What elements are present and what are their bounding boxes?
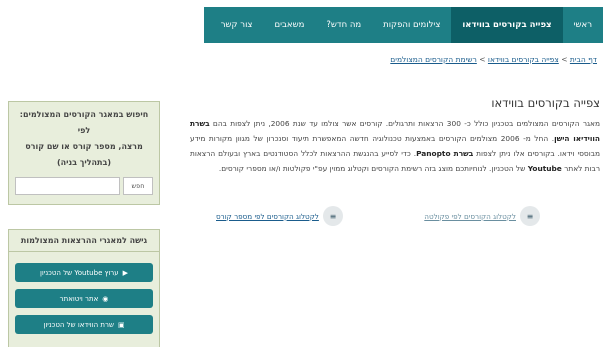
- main-content: צפייה בקורסים בווידאו מאגר הקורסים המצול…: [190, 96, 600, 176]
- youtube-link[interactable]: Youtube: [528, 164, 562, 173]
- breadcrumb-current-link[interactable]: רשימת הקורסים המצולמים: [390, 55, 477, 64]
- intro-line-4c: של הטכניון. לנוחיותכם מוצג בזה רשימת הקו…: [329, 164, 528, 173]
- search-row: חפש: [15, 177, 153, 195]
- list-icon: ≡: [322, 206, 343, 226]
- search-box-title: חיפוש במאגר הקורסים המצולמים: לפי מרצה, …: [15, 107, 153, 171]
- youtube-channel-label: ערוץ Youtube של הטכניון: [39, 268, 119, 277]
- video-server-label: שרת הווידאו של הטכניון: [43, 320, 114, 329]
- nav-item-contact[interactable]: צור קשר: [210, 7, 264, 43]
- video-server-button[interactable]: ▣ שרת הווידאו של הטכניון: [15, 315, 153, 334]
- intro-line-3c: . כדי לסייע בהנגשת ההרצאות לכלל: [300, 149, 417, 158]
- nav-item-productions[interactable]: צילומים והפקות: [372, 7, 451, 43]
- breadcrumb-separator: >: [479, 55, 486, 64]
- intro-line-2c: . החל מ- 2006 מצולמים הקורסים באמצעות טכ…: [266, 134, 555, 143]
- catalog-by-course-link[interactable]: ≡ לקטלוג הקורסים לפי מספר קורס: [216, 206, 343, 226]
- breadcrumb: דף הבית > צפייה בקורסים בווידאו > רשימת …: [390, 55, 597, 64]
- youtube-channel-button[interactable]: ▶ ערוץ Youtube של הטכניון: [15, 263, 153, 282]
- nav-item-video-courses[interactable]: צפייה בקורסים בווידאו: [451, 7, 563, 43]
- youtube-icon: ▶: [122, 268, 129, 277]
- catalog-by-faculty-link[interactable]: ≡ לקטלוג הקורסים לפי פקולטה: [424, 206, 540, 226]
- search-title-line-2: מרצה, מספר קורס או שם קורס: [25, 142, 143, 151]
- breadcrumb-home-link[interactable]: דף הבית: [570, 55, 597, 64]
- lecture-access-box: גישה למאגרי ההרצאות המצולמות ▶ ערוץ Yout…: [8, 229, 160, 347]
- search-button[interactable]: חפש: [123, 177, 153, 195]
- videotheque-site-button[interactable]: ◉ אתר ויטואתר: [15, 289, 153, 308]
- course-search-box: חיפוש במאגר הקורסים המצולמים: לפי מרצה, …: [8, 101, 160, 205]
- nav-item-resources[interactable]: משאבים: [263, 7, 315, 43]
- circle-play-icon: ◉: [102, 294, 109, 303]
- top-header: ראשי צפייה בקורסים בווידאו צילומים והפקו…: [0, 0, 603, 47]
- search-input[interactable]: [15, 177, 120, 195]
- main-navigation: ראשי צפייה בקורסים בווידאו צילומים והפקו…: [204, 7, 603, 43]
- videotheque-site-label: אתר ויטואתר: [59, 294, 99, 303]
- server-icon: ▣: [117, 320, 125, 329]
- panopto-server-link[interactable]: בשרת Panopto: [416, 149, 473, 158]
- access-box-title: גישה למאגרי ההרצאות המצולמות: [9, 230, 159, 252]
- intro-line-5: עפ"י פקולטות ו/או מספרי קורסים.: [218, 164, 328, 173]
- catalog-by-faculty-label: לקטלוג הקורסים לפי פקולטה: [424, 211, 516, 221]
- list-icon: ≡: [520, 206, 540, 226]
- search-title-line-3: (בתהליך בניה): [56, 158, 112, 167]
- search-title-line-1: חיפוש במאגר הקורסים המצולמים: לפי: [19, 110, 149, 135]
- nav-item-home[interactable]: ראשי: [563, 7, 603, 43]
- breadcrumb-separator: >: [561, 55, 568, 64]
- page-title: צפייה בקורסים בווידאו: [491, 96, 600, 110]
- intro-line-1: מאגר הקורסים המצולמים בטכניון כולל כ- 30…: [230, 119, 600, 128]
- intro-line-2a: בהם: [209, 119, 227, 128]
- nav-item-whats-new[interactable]: מה חדש?: [315, 7, 372, 43]
- intro-text: מאגר הקורסים המצולמים בטכניון כולל כ- 30…: [190, 116, 600, 176]
- catalog-by-course-label: לקטלוג הקורסים לפי מספר קורס: [216, 211, 319, 221]
- breadcrumb-section-link[interactable]: צפייה בקורסים בווידאו: [488, 55, 559, 64]
- catalog-links: ≡ לקטלוג הקורסים לפי פקולטה ≡ לקטלוג הקו…: [190, 206, 600, 228]
